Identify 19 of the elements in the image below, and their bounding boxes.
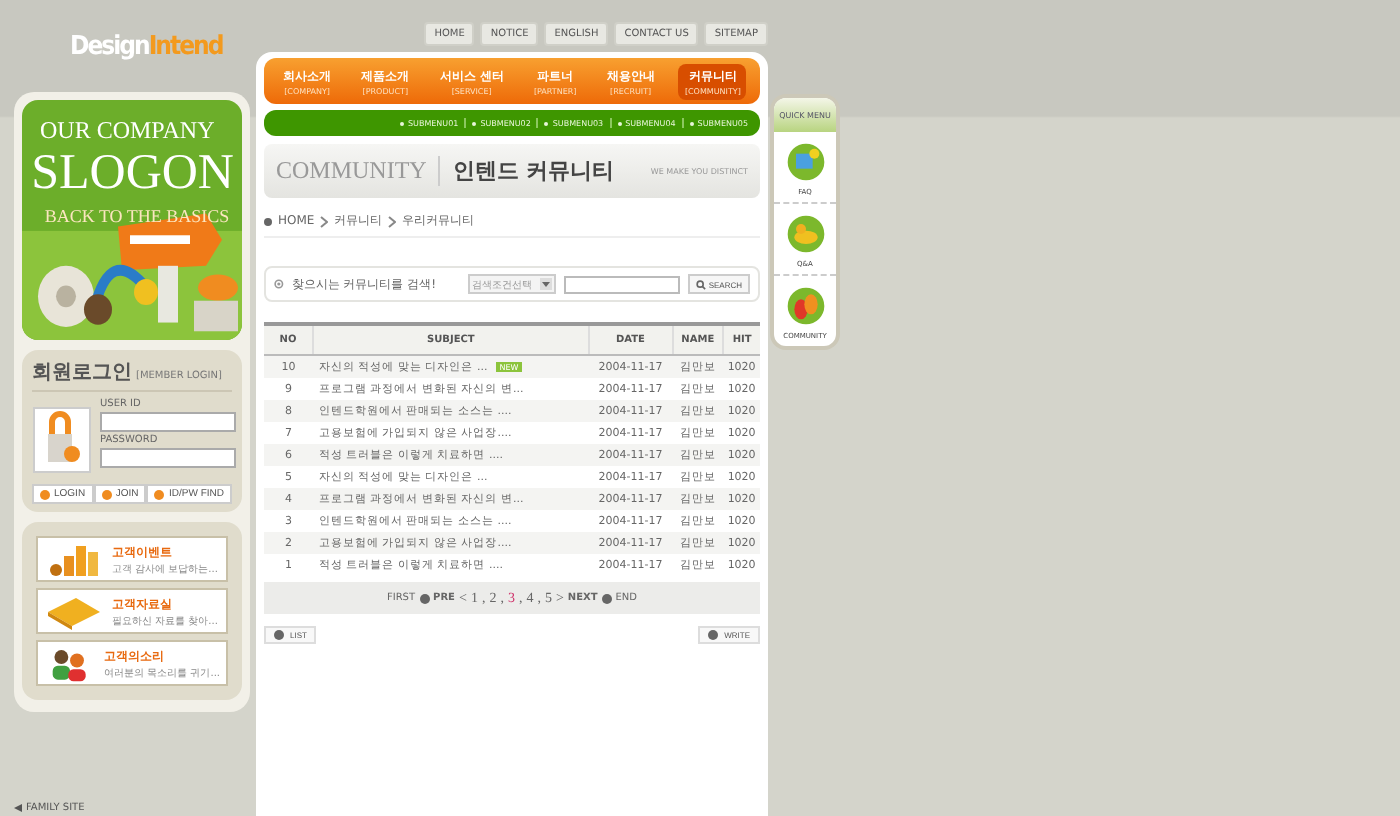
bullet-icon bbox=[274, 278, 284, 290]
page-title: 인텐드 커뮤니티 bbox=[452, 156, 615, 186]
section-english-title: COMMUNITY bbox=[276, 156, 441, 186]
bullet-icon bbox=[264, 217, 272, 225]
search-field[interactable] bbox=[564, 275, 681, 293]
dropdown-arrow-icon bbox=[540, 278, 553, 290]
chevron-icon bbox=[388, 215, 397, 227]
lock-icon bbox=[32, 406, 92, 474]
banner-heading: OUR COMPANY bbox=[40, 116, 215, 146]
triangle-icon bbox=[14, 804, 22, 812]
monitor-icon bbox=[785, 142, 825, 182]
password-field[interactable] bbox=[100, 448, 236, 468]
user-id-field[interactable] bbox=[100, 412, 236, 432]
duck-icon bbox=[785, 214, 825, 254]
banner-slogan: SLOGON bbox=[31, 146, 234, 202]
chevron-icon bbox=[320, 215, 329, 227]
people-icon bbox=[785, 286, 825, 326]
search-icon bbox=[696, 279, 707, 289]
login-title: 회원로그인 bbox=[32, 360, 132, 386]
